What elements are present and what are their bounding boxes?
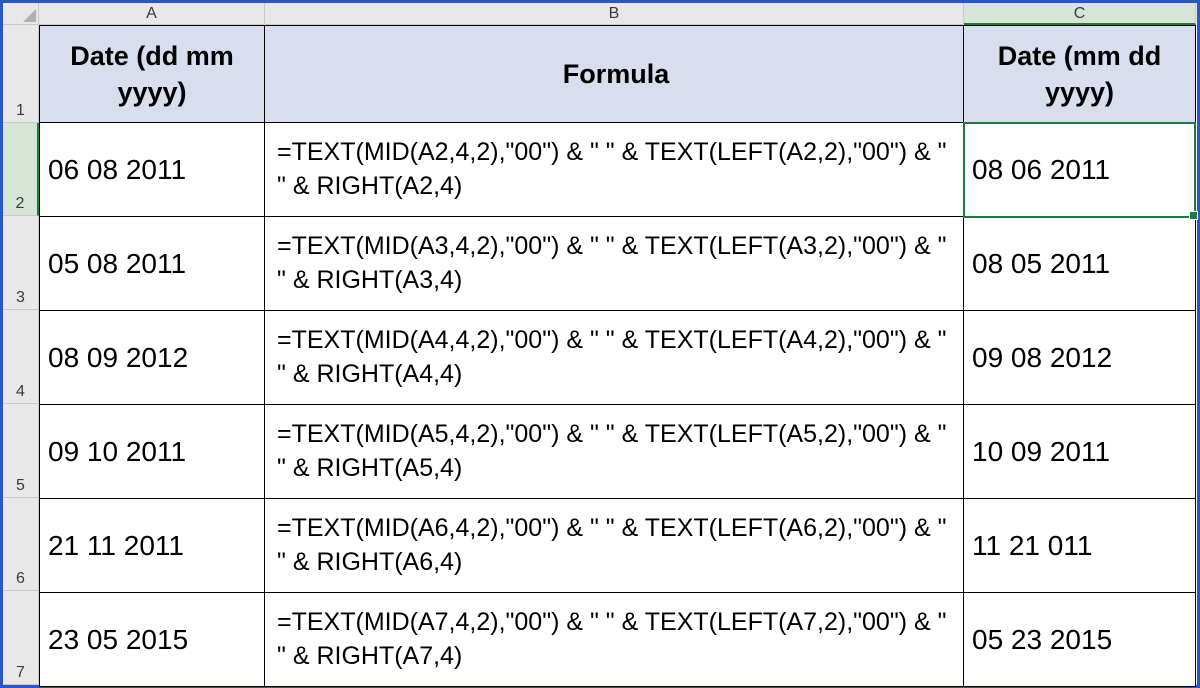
spreadsheet: A B C 1 2 3 4 5 6 7 Date (dd mm yyyy) Fo…	[3, 3, 1197, 685]
cell-a3[interactable]: 05 08 2011	[39, 217, 265, 311]
cell-a6[interactable]: 21 11 2011	[39, 499, 265, 593]
col-header-b[interactable]: B	[265, 3, 964, 25]
header-label-a: Date (dd mm yyyy)	[48, 38, 256, 111]
cell-value: 23 05 2015	[48, 621, 256, 659]
cell-value: 08 05 2011	[972, 245, 1187, 283]
select-all-corner[interactable]	[3, 3, 39, 25]
cell-value: 06 08 2011	[48, 151, 256, 189]
cell-value: 10 09 2011	[972, 433, 1187, 471]
table-row: 06 08 2011 =TEXT(MID(A2,4,2),"00") & " "…	[39, 123, 1197, 217]
cell-value: 08 09 2012	[48, 339, 256, 377]
cell-value: =TEXT(MID(A7,4,2),"00") & " " & TEXT(LEF…	[273, 606, 955, 674]
cell-b2[interactable]: =TEXT(MID(A2,4,2),"00") & " " & TEXT(LEF…	[265, 123, 964, 217]
cell-value: 11 21 011	[972, 527, 1187, 565]
cell-value: =TEXT(MID(A2,4,2),"00") & " " & TEXT(LEF…	[273, 136, 955, 204]
cell-b1[interactable]: Formula	[265, 25, 964, 123]
cell-a1[interactable]: Date (dd mm yyyy)	[39, 25, 265, 123]
cell-b4[interactable]: =TEXT(MID(A4,4,2),"00") & " " & TEXT(LEF…	[265, 311, 964, 405]
cell-value: =TEXT(MID(A3,4,2),"00") & " " & TEXT(LEF…	[273, 230, 955, 298]
cell-value: 05 08 2011	[48, 245, 256, 283]
cell-a5[interactable]: 09 10 2011	[39, 405, 265, 499]
cell-a7[interactable]: 23 05 2015	[39, 593, 265, 687]
row-header-4[interactable]: 4	[3, 310, 39, 404]
row-header-2[interactable]: 2	[3, 123, 39, 217]
cell-value: 05 23 2015	[972, 621, 1187, 659]
cell-a2[interactable]: 06 08 2011	[39, 123, 265, 217]
row-header-7[interactable]: 7	[3, 591, 39, 685]
cell-value: =TEXT(MID(A6,4,2),"00") & " " & TEXT(LEF…	[273, 512, 955, 580]
col-header-a[interactable]: A	[39, 3, 265, 25]
cell-value: 21 11 2011	[48, 527, 256, 565]
cell-c6[interactable]: 11 21 011	[964, 499, 1196, 593]
col-header-c[interactable]: C	[964, 3, 1196, 25]
cell-value: 08 06 2011	[972, 151, 1187, 189]
cell-c1[interactable]: Date (mm dd yyyy)	[964, 25, 1196, 123]
cell-b7[interactable]: =TEXT(MID(A7,4,2),"00") & " " & TEXT(LEF…	[265, 593, 964, 687]
row-header-3[interactable]: 3	[3, 216, 39, 310]
table-header-row: Date (dd mm yyyy) Formula Date (mm dd yy…	[39, 25, 1197, 123]
cell-c5[interactable]: 10 09 2011	[964, 405, 1196, 499]
cell-b5[interactable]: =TEXT(MID(A5,4,2),"00") & " " & TEXT(LEF…	[265, 405, 964, 499]
row-header-1[interactable]: 1	[3, 25, 39, 123]
column-headers: A B C	[39, 3, 1197, 25]
cell-c4[interactable]: 09 08 2012	[964, 311, 1196, 405]
cell-value: =TEXT(MID(A5,4,2),"00") & " " & TEXT(LEF…	[273, 418, 955, 486]
row-headers: 1 2 3 4 5 6 7	[3, 25, 39, 685]
cell-value: 09 10 2011	[48, 433, 256, 471]
cell-a4[interactable]: 08 09 2012	[39, 311, 265, 405]
row-header-5[interactable]: 5	[3, 404, 39, 498]
cell-c2[interactable]: 08 06 2011	[964, 123, 1196, 217]
header-label-c: Date (mm dd yyyy)	[972, 38, 1187, 111]
table-row: 21 11 2011 =TEXT(MID(A6,4,2),"00") & " "…	[39, 499, 1197, 593]
row-header-6[interactable]: 6	[3, 498, 39, 592]
cell-b6[interactable]: =TEXT(MID(A6,4,2),"00") & " " & TEXT(LEF…	[265, 499, 964, 593]
cell-c7[interactable]: 05 23 2015	[964, 593, 1196, 687]
table-row: 23 05 2015 =TEXT(MID(A7,4,2),"00") & " "…	[39, 593, 1197, 687]
table-row: 09 10 2011 =TEXT(MID(A5,4,2),"00") & " "…	[39, 405, 1197, 499]
cell-value: 09 08 2012	[972, 339, 1187, 377]
cell-grid: Date (dd mm yyyy) Formula Date (mm dd yy…	[39, 25, 1197, 685]
table-row: 08 09 2012 =TEXT(MID(A4,4,2),"00") & " "…	[39, 311, 1197, 405]
cell-b3[interactable]: =TEXT(MID(A3,4,2),"00") & " " & TEXT(LEF…	[265, 217, 964, 311]
cell-value: =TEXT(MID(A4,4,2),"00") & " " & TEXT(LEF…	[273, 324, 955, 392]
table-row: 05 08 2011 =TEXT(MID(A3,4,2),"00") & " "…	[39, 217, 1197, 311]
cell-c3[interactable]: 08 05 2011	[964, 217, 1196, 311]
header-label-b: Formula	[273, 56, 955, 92]
